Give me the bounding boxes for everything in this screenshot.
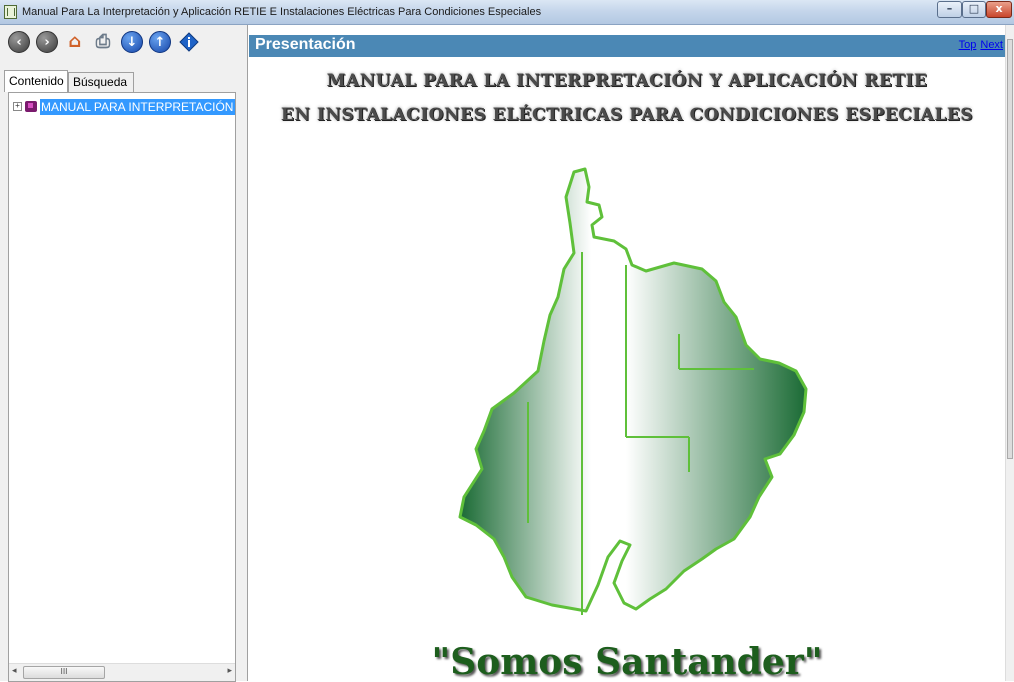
next-topic-button[interactable]: ↓ bbox=[121, 31, 143, 53]
contents-tree: + MANUAL PARA INTERPRETACIÓN Y ◂ III ▸ bbox=[8, 92, 236, 682]
horizontal-scrollbar[interactable]: ◂ III ▸ bbox=[9, 663, 235, 681]
vertical-scrollbar[interactable] bbox=[1005, 25, 1014, 681]
manual-heading-line-1: MANUAL PARA LA INTERPRETACIÓN Y APLICACI… bbox=[326, 71, 928, 91]
expand-icon[interactable]: + bbox=[13, 102, 22, 112]
top-link[interactable]: Top bbox=[959, 39, 977, 51]
forward-arrow-icon: › bbox=[44, 35, 50, 50]
down-arrow-icon: ↓ bbox=[126, 35, 138, 50]
topic-title: Presentación bbox=[255, 36, 356, 53]
topic-nav: Top Next bbox=[955, 39, 1003, 51]
back-button[interactable]: ‹ bbox=[8, 31, 30, 53]
previous-topic-button[interactable]: ↑ bbox=[149, 31, 171, 53]
maximize-button[interactable]: □ bbox=[962, 1, 986, 18]
santander-map-image bbox=[458, 167, 808, 615]
forward-button[interactable]: › bbox=[36, 31, 58, 53]
window-title: Manual Para La Interpretación y Aplicaci… bbox=[22, 6, 542, 18]
close-button[interactable]: x bbox=[986, 1, 1012, 18]
slogan-text: "Somos Santander" bbox=[431, 641, 823, 681]
topic-header-bar: Presentación Top Next bbox=[249, 35, 1005, 57]
next-link[interactable]: Next bbox=[980, 39, 1003, 51]
tree-item-label[interactable]: MANUAL PARA INTERPRETACIÓN Y bbox=[40, 98, 235, 115]
options-button[interactable] bbox=[178, 31, 200, 53]
back-arrow-icon: ‹ bbox=[16, 35, 22, 50]
vertical-scroll-thumb[interactable] bbox=[1007, 39, 1013, 459]
scroll-left-icon[interactable]: ◂ bbox=[12, 666, 17, 676]
map-region-shape bbox=[458, 167, 808, 613]
tree-item-manual[interactable]: + MANUAL PARA INTERPRETACIÓN Y bbox=[13, 98, 235, 115]
navigation-pane: ‹ › ⌂ ⎙ ↓ ↑ Contenido Búsqueda + MANUAL P… bbox=[0, 25, 248, 682]
title-bar: Manual Para La Interpretación y Aplicaci… bbox=[0, 0, 1014, 25]
manual-heading-line-2: EN INSTALACIONES ELÉCTRICAS PARA CONDICI… bbox=[280, 105, 974, 125]
options-icon bbox=[179, 32, 199, 52]
app-icon bbox=[4, 5, 17, 19]
home-button[interactable]: ⌂ bbox=[64, 31, 86, 53]
book-icon bbox=[25, 101, 37, 113]
scroll-thumb[interactable]: III bbox=[23, 666, 105, 679]
minimize-button[interactable]: – bbox=[937, 1, 962, 18]
scroll-right-icon[interactable]: ▸ bbox=[227, 666, 232, 676]
tab-contenido[interactable]: Contenido bbox=[4, 70, 68, 92]
tab-busqueda[interactable]: Búsqueda bbox=[68, 72, 134, 92]
print-icon: ⎙ bbox=[95, 31, 111, 52]
up-arrow-icon: ↑ bbox=[154, 35, 166, 50]
content-pane: Presentación Top Next MANUAL PARA LA INTE… bbox=[249, 25, 1005, 681]
home-icon: ⌂ bbox=[68, 31, 82, 52]
print-button[interactable]: ⎙ bbox=[92, 31, 114, 53]
